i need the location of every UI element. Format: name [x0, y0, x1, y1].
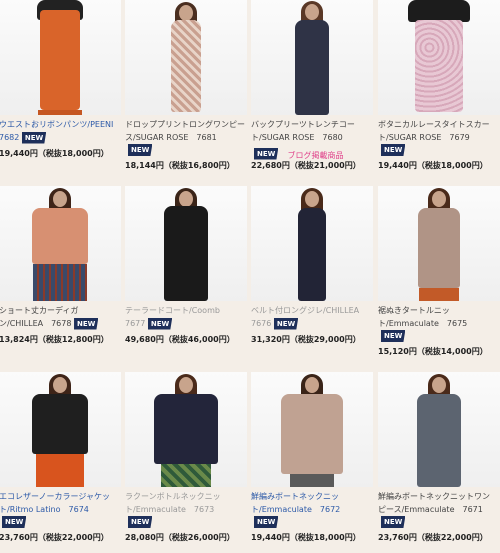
product-image[interactable]	[378, 186, 500, 301]
product-title[interactable]: ウエストおリボンパンツ/PEENI 7682 NEW	[0, 118, 123, 144]
new-badge: NEW	[74, 317, 99, 330]
new-badge: NEW	[2, 516, 27, 528]
product-image[interactable]	[0, 372, 121, 487]
product-price: 18,144円（税抜16,800円）	[125, 161, 235, 170]
product-price: 31,320円（税抜29,000円）	[251, 335, 361, 344]
product-image[interactable]	[0, 0, 121, 115]
product-image[interactable]	[0, 186, 121, 301]
new-badge: NEW	[254, 147, 279, 160]
product-image[interactable]	[125, 0, 247, 115]
product-title[interactable]: バックプリーツトレンチコー ト/SUGAR ROSE 7680	[251, 118, 375, 144]
new-badge: NEW	[381, 330, 406, 342]
product-price: 19,440円（税抜18,000円）	[378, 161, 488, 170]
product-title[interactable]: エコレザーノーカラージャケッ ト/Ritmo Latino 7674	[0, 490, 123, 516]
product-title[interactable]: ボタニカルレースタイトスカー ト/SUGAR ROSE 7679	[378, 118, 500, 144]
product-price: 49,680円（税抜46,000円）	[125, 335, 235, 344]
product-image[interactable]	[251, 372, 373, 487]
new-badge: NEW	[21, 131, 47, 144]
product-title[interactable]: ベルト付ロングジレ/CHILLEA 7676 NEW	[251, 304, 375, 330]
product-title[interactable]: 裾ぬきタートルニッ ト/Emmaculate 7675	[378, 304, 500, 330]
product-image[interactable]	[378, 0, 500, 115]
blog-featured-label[interactable]: ブログ掲載商品	[287, 151, 343, 160]
product-title[interactable]: 鮮編みボートネックニッ ト/Emmaculate 7672	[251, 490, 375, 516]
product-price: 28,080円（税抜26,000円）	[125, 533, 235, 542]
new-badge: NEW	[254, 516, 279, 528]
product-title[interactable]: ショート丈カーディガ ン/CHILLEA 7678 NEW	[0, 304, 123, 330]
product-image[interactable]	[378, 372, 500, 487]
product-price: 13,824円（税抜12,800円）	[0, 335, 109, 344]
product-price: 19,440円（税抜18,000円）	[251, 533, 361, 542]
product-price: 23,760円（税抜22,000円）	[0, 533, 109, 542]
new-badge: NEW	[381, 516, 406, 528]
product-image[interactable]	[251, 0, 373, 115]
product-title[interactable]: テーラードコート/Coomb 7677 NEW	[125, 304, 249, 330]
product-price: 22,680円（税抜21,000円）	[251, 161, 361, 170]
new-badge: NEW	[273, 317, 299, 330]
product-title[interactable]: ラクーンボトルネックニッ ト/Emmaculate 7673	[125, 490, 249, 516]
product-title[interactable]: ドロッププリントロングワンピー ス/SUGAR ROSE 7681	[125, 118, 249, 144]
product-price: 19,440円（税抜18,000円）	[0, 149, 109, 158]
product-title[interactable]: 鮮編みボートネックニットワン ピース/Emmaculate 7671	[378, 490, 500, 516]
new-badge: NEW	[147, 317, 173, 330]
new-badge: NEW	[128, 144, 153, 156]
product-image[interactable]	[251, 186, 373, 301]
product-image[interactable]	[125, 186, 247, 301]
new-badge: NEW	[381, 144, 406, 156]
product-price: 15,120円（税抜14,000円）	[378, 347, 488, 356]
product-price: 23,760円（税抜22,000円）	[378, 533, 488, 542]
new-badge: NEW	[128, 516, 153, 528]
product-image[interactable]	[125, 372, 247, 487]
